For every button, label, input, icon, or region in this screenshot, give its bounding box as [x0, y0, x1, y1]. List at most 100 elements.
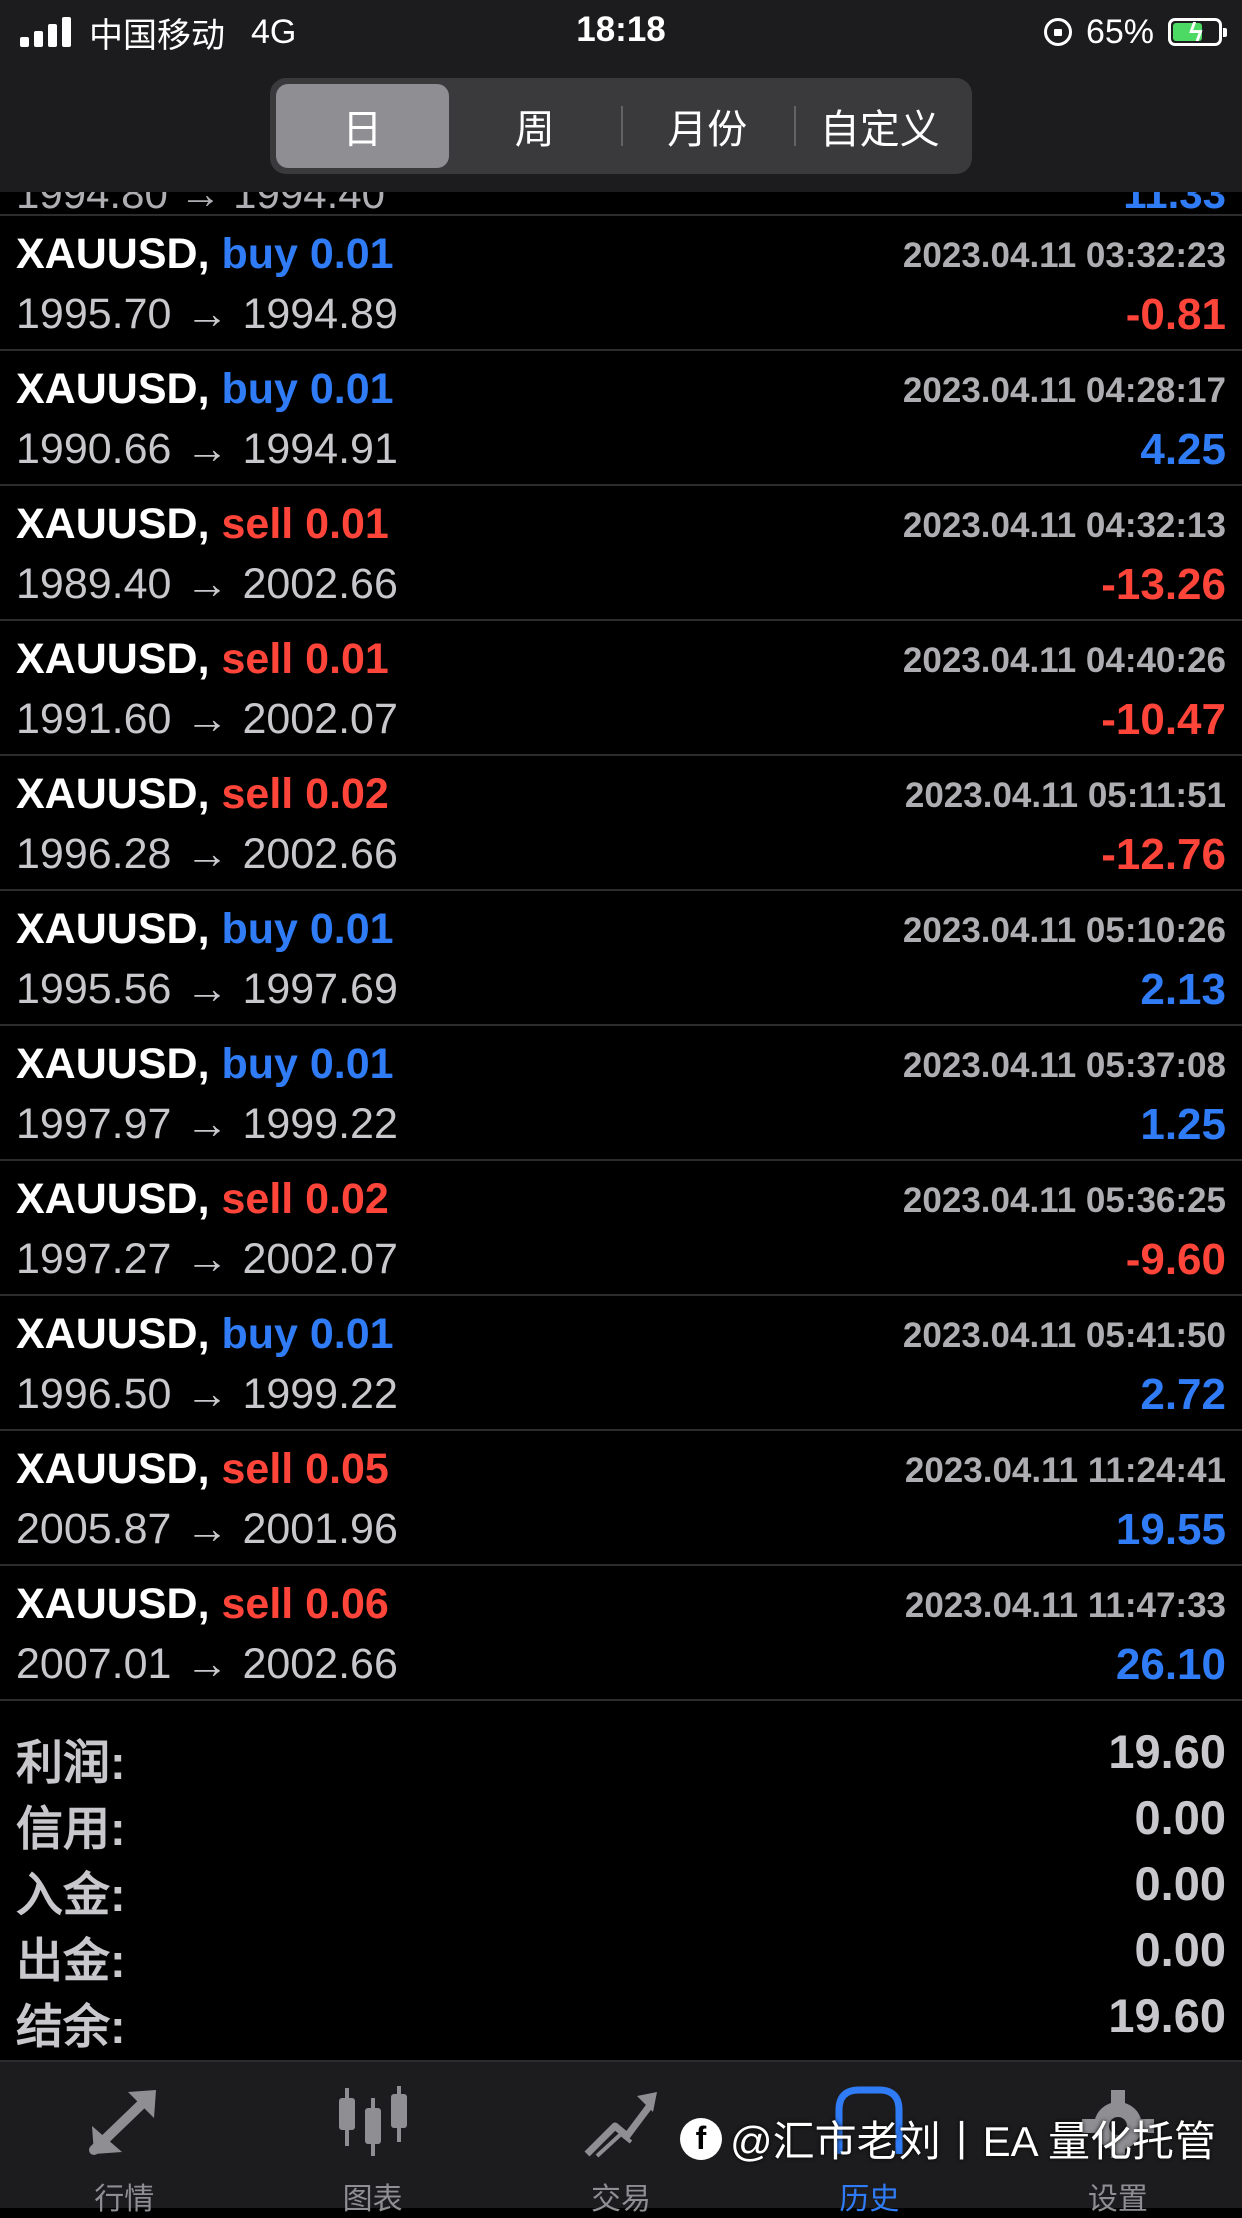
summary-value: 19.60 [1108, 1725, 1226, 1778]
watermark: f @汇市老刘丨EA 量化托管 [680, 2108, 1216, 2169]
table-row[interactable]: XAUUSD, sell 0.02 2023.04.11 05:11:51 1996… [0, 756, 1242, 891]
right-arrow-icon: → [185, 830, 229, 878]
close-price: 1997.69 [242, 965, 398, 1013]
summary-value: 0.00 [1134, 1923, 1226, 1976]
trade-side-volume: sell 0.05 [221, 1445, 389, 1493]
tab-quotes[interactable]: 行情 [0, 2062, 248, 2216]
open-price: 1989.40 [16, 560, 172, 608]
trade-side-volume: buy 0.01 [221, 230, 394, 278]
trade-prices: 1997.27 → 2002.07 [16, 1235, 398, 1284]
trade-title: XAUUSD, buy 0.01 [16, 1040, 394, 1089]
tab-label: 交易 [591, 2183, 652, 2216]
trade-side-volume: buy 0.01 [221, 1040, 394, 1088]
table-row[interactable]: XAUUSD, buy 0.01 2023.04.11 05:41:50 1996.… [0, 1296, 1242, 1431]
tab-label: 历史 [839, 2183, 900, 2216]
trade-profit: 4.25 [1140, 425, 1226, 474]
tab-week[interactable]: 周 [449, 84, 622, 168]
summary-deposit: 入金: 0.00 [0, 1850, 1242, 1921]
open-price: 2005.87 [16, 1505, 172, 1553]
table-row[interactable]: XAUUSD, buy 0.01 2023.04.11 03:32:23 1995.… [0, 216, 1242, 351]
summary-value: 0.00 [1134, 1791, 1226, 1844]
trade-symbol: XAUUSD, [16, 905, 210, 953]
trade-symbol: XAUUSD, [16, 1175, 210, 1223]
table-row[interactable]: XAUUSD, buy 0.01 2023.04.11 05:37:08 1997.… [0, 1026, 1242, 1161]
trade-title: XAUUSD, buy 0.01 [16, 1310, 394, 1359]
right-arrow-icon: → [185, 290, 229, 338]
tab-day[interactable]: 日 [276, 84, 449, 168]
trade-symbol: XAUUSD, [16, 500, 210, 548]
right-arrow-icon: → [185, 1370, 229, 1418]
close-price: 2002.07 [242, 1235, 398, 1283]
tab-chart[interactable]: 图表 [248, 2062, 496, 2216]
trade-profit: -9.60 [1125, 1235, 1226, 1284]
status-bar: 中国移动 4G 18:18 65% ϟ [0, 0, 1242, 64]
trade-time: 2023.04.11 04:32:13 [902, 506, 1226, 545]
trade-prices: 1996.50 → 1999.22 [16, 1370, 398, 1419]
trade-side-volume: buy 0.01 [221, 365, 394, 413]
trade-profit: -12.76 [1101, 830, 1226, 879]
table-row[interactable]: XAUUSD, buy 0.01 2023.04.11 04:28:17 1990.… [0, 351, 1242, 486]
summary-label: 结余: [16, 2000, 126, 2053]
close-price: 1994.91 [242, 425, 398, 473]
trade-symbol: XAUUSD, [16, 635, 210, 683]
trade-prices: 1994.80 → 1994.40 [16, 192, 385, 216]
tab-label: 图表 [342, 2183, 403, 2216]
trade-time: 2023.04.11 05:36:25 [902, 1181, 1226, 1220]
open-price: 1991.60 [16, 695, 172, 743]
right-arrow-icon: → [185, 1235, 229, 1283]
trade-symbol: XAUUSD, [16, 1445, 210, 1493]
tab-custom[interactable]: 自定义 [793, 84, 967, 168]
summary-value: 0.00 [1134, 1857, 1226, 1910]
open-price: 2007.01 [16, 1640, 172, 1688]
trade-title: XAUUSD, sell 0.05 [16, 1445, 389, 1494]
close-price: 1994.89 [242, 290, 398, 338]
trade-side-volume: sell 0.01 [221, 635, 389, 683]
right-arrow-icon: → [185, 560, 229, 608]
watermark-text: @汇市老刘丨EA 量化托管 [730, 2118, 1217, 2165]
open-price: 1996.50 [16, 1370, 172, 1418]
trade-prices: 1991.60 → 2002.07 [16, 695, 398, 744]
trade-profit: 1.25 [1140, 1100, 1226, 1149]
table-row[interactable]: XAUUSD, sell 0.06 2023.04.11 11:47:33 2007… [0, 1566, 1242, 1701]
table-row[interactable]: XAUUSD, sell 0.01 2023.04.11 04:32:13 1989… [0, 486, 1242, 621]
header: 中国移动 4G 18:18 65% ϟ 日 周 月份 自定义 [0, 0, 1242, 192]
trade-profit: 19.55 [1115, 1505, 1226, 1554]
trade-profit: 2.72 [1140, 1370, 1226, 1419]
account-summary: 利润: 19.60 信用: 0.00 入金: 0.00 出金: 0.00 结余:… [0, 1718, 1242, 2053]
right-arrow-icon: → [185, 1640, 229, 1688]
table-row[interactable]: XAUUSD, sell 0.05 2023.04.11 11:24:41 2005… [0, 1431, 1242, 1566]
trade-title: XAUUSD, buy 0.01 [16, 365, 394, 414]
tab-month[interactable]: 月份 [621, 84, 794, 168]
trade-symbol: XAUUSD, [16, 1040, 210, 1088]
trade-prices: 1995.56 → 1997.69 [16, 965, 398, 1014]
trade-prices: 1995.70 → 1994.89 [16, 290, 398, 339]
table-row[interactable]: XAUUSD, sell 0.01 2023.04.11 04:40:26 1991… [0, 621, 1242, 756]
battery-icon: ϟ [1168, 18, 1227, 46]
trade-prices: 1996.28 → 2002.66 [16, 830, 398, 879]
table-row-partial[interactable]: 1994.80 → 1994.40 11.33 [0, 192, 1242, 216]
trade-side-volume: sell 0.06 [221, 1580, 389, 1628]
close-price: 2002.07 [242, 695, 398, 743]
summary-label: 入金: [16, 1868, 126, 1921]
trade-title: XAUUSD, sell 0.02 [16, 1175, 389, 1224]
trade-time: 2023.04.11 05:41:50 [902, 1316, 1226, 1355]
trade-profit: -10.47 [1101, 695, 1226, 744]
summary-label: 出金: [16, 1934, 126, 1987]
trade-prices: 2005.87 → 2001.96 [16, 1505, 398, 1554]
trade-time: 2023.04.11 11:47:33 [904, 1586, 1226, 1625]
trade-prices: 1990.66 → 1994.91 [16, 425, 398, 474]
trade-title: XAUUSD, buy 0.01 [16, 230, 394, 279]
right-arrow-icon: → [185, 695, 229, 743]
social-logo-icon: f [680, 2117, 722, 2160]
trade-title: XAUUSD, sell 0.01 [16, 635, 389, 684]
trade-side-volume: sell 0.01 [221, 500, 389, 548]
close-price: 1999.22 [242, 1100, 398, 1148]
summary-value: 19.60 [1108, 1989, 1226, 2042]
trade-history-list: 1994.80 → 1994.40 11.33 XAUUSD, buy 0.01… [0, 192, 1242, 1701]
trade-time: 2023.04.11 04:40:26 [902, 641, 1226, 680]
trade-side-volume: buy 0.01 [221, 1310, 394, 1358]
open-price: 1997.27 [16, 1235, 172, 1283]
table-row[interactable]: XAUUSD, buy 0.01 2023.04.11 05:10:26 1995.… [0, 891, 1242, 1026]
table-row[interactable]: XAUUSD, sell 0.02 2023.04.11 05:36:25 1997… [0, 1161, 1242, 1296]
trade-time: 2023.04.11 03:32:23 [902, 236, 1226, 275]
